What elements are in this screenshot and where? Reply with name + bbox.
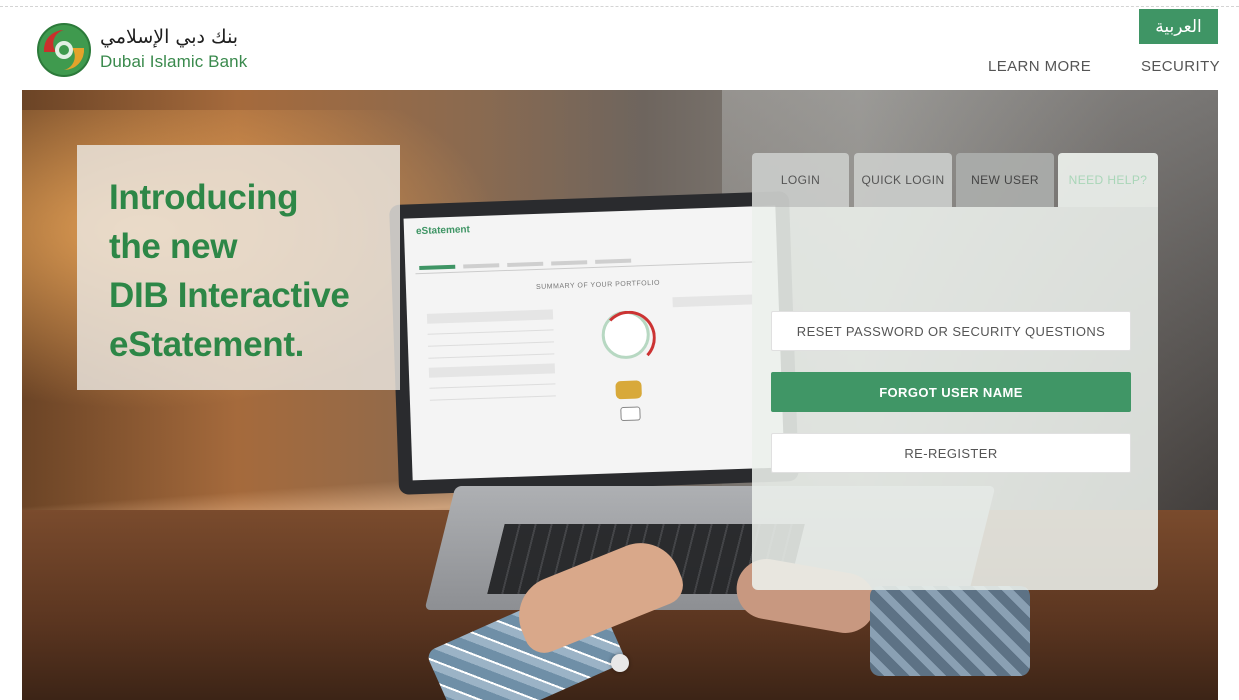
- intro-line: eStatement.: [109, 325, 305, 364]
- dib-logo-icon[interactable]: [36, 22, 92, 78]
- tab-quick-login[interactable]: QUICK LOGIN: [854, 153, 952, 207]
- tab-need-help[interactable]: NEED HELP?: [1058, 153, 1158, 207]
- laptop-screen-table-row: [429, 395, 556, 401]
- laptop-screen-title: eStatement: [415, 224, 471, 238]
- page: بنك دبي الإسلامي Dubai Islamic Bank العر…: [0, 0, 1239, 700]
- laptop-screen-table-row: [427, 329, 554, 335]
- brand-name: بنك دبي الإسلامي Dubai Islamic Bank: [100, 26, 270, 72]
- intro-line: DIB Interactive: [109, 276, 350, 315]
- re-register-button[interactable]: RE-REGISTER: [771, 433, 1131, 473]
- intro-line: Introducing: [109, 178, 299, 217]
- login-tabs: LOGIN QUICK LOGIN NEW USER NEED HELP?: [752, 153, 1158, 207]
- laptop-screen-table-header: [428, 363, 556, 378]
- arabic-language-button[interactable]: العربية: [1139, 9, 1218, 44]
- right-sleeve: [870, 586, 1030, 676]
- tab-new-user[interactable]: NEW USER: [956, 153, 1054, 207]
- reset-password-button[interactable]: RESET PASSWORD OR SECURITY QUESTIONS: [771, 311, 1131, 351]
- laptop-screen: eStatement SUMMARY OF YOUR PORTFOLIO: [403, 205, 785, 481]
- laptop-screen-table-row: [429, 383, 556, 389]
- brand-english-name: Dubai Islamic Bank: [100, 52, 248, 71]
- security-link[interactable]: SECURITY: [1141, 58, 1220, 75]
- tab-login[interactable]: LOGIN: [752, 153, 849, 207]
- laptop-screen-table-row: [428, 353, 555, 359]
- slide-dot-icon[interactable]: [611, 654, 629, 672]
- top-divider: [0, 6, 1239, 7]
- arrow-icon: [620, 406, 641, 422]
- laptop-screen-table-header: [672, 294, 753, 308]
- laptop-screen-heading: SUMMARY OF YOUR PORTFOLIO: [535, 279, 661, 291]
- laptop-screen-table-row: [427, 341, 554, 347]
- laptop-screen-portfolio-chart: [600, 310, 651, 360]
- intro-line: the new: [109, 227, 238, 266]
- laptop-screen-table-header: [426, 309, 554, 324]
- intro-panel: Introducing the new DIB Interactive eSta…: [77, 145, 400, 390]
- coins-icon: [615, 380, 642, 400]
- brand-arabic-name: بنك دبي الإسلامي: [100, 26, 239, 48]
- forgot-user-name-button[interactable]: FORGOT USER NAME: [771, 372, 1131, 412]
- learn-more-link[interactable]: LEARN MORE: [988, 58, 1091, 75]
